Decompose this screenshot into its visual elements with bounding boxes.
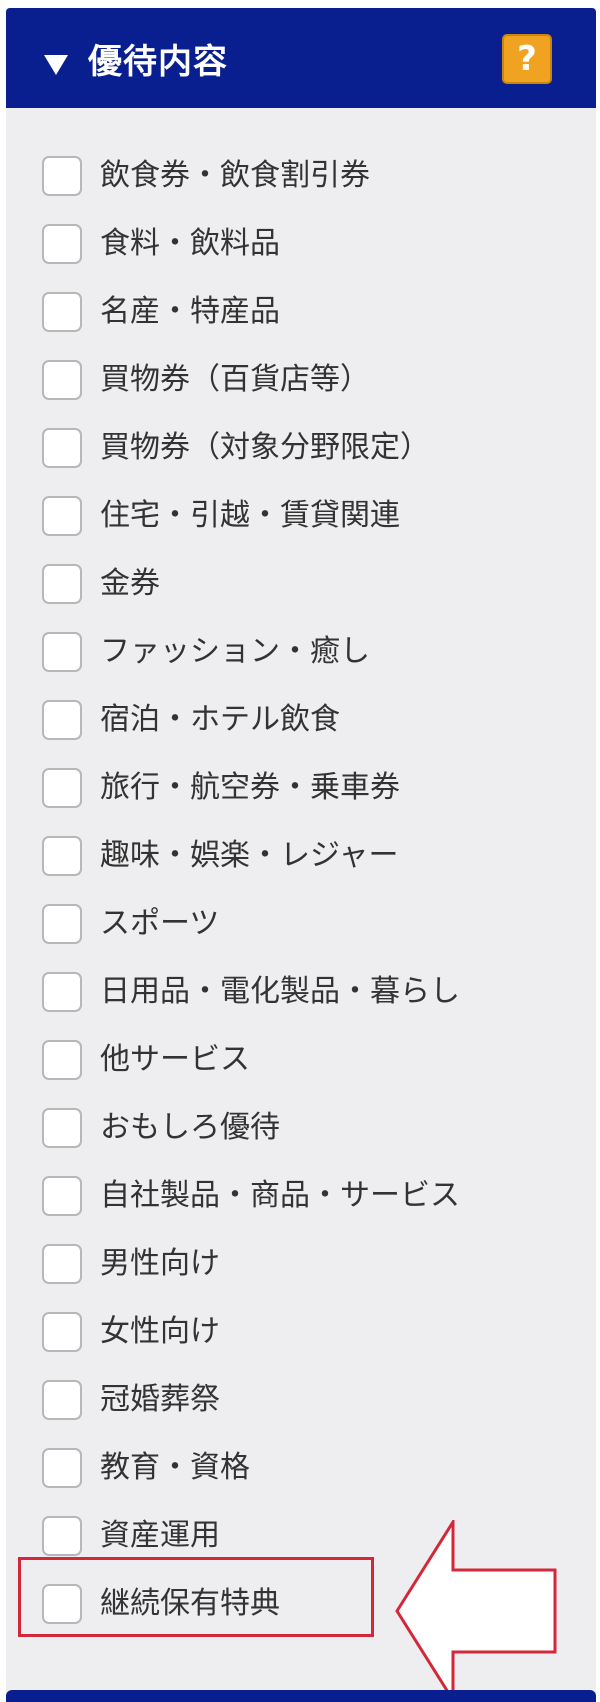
arrow-left-icon xyxy=(395,1520,557,1702)
checkbox-label: 女性向け xyxy=(100,1314,220,1349)
checkbox[interactable] xyxy=(42,632,82,672)
benefit-filter-panel: 優待内容 ? 飲食券・飲食割引券 食料・飲料品 名産・特産品 買物券（百貨店等）… xyxy=(6,8,596,1702)
checkbox[interactable] xyxy=(42,1040,82,1080)
checkbox[interactable] xyxy=(42,1176,82,1216)
checkbox-item-sports[interactable]: スポーツ xyxy=(42,896,582,952)
checkbox[interactable] xyxy=(42,496,82,536)
checkbox-item-ryoko[interactable]: 旅行・航空券・乗車券 xyxy=(42,760,582,816)
checkbox-item-meisan[interactable]: 名産・特産品 xyxy=(42,284,582,340)
checkbox[interactable] xyxy=(42,700,82,740)
panel-header[interactable]: 優待内容 ? xyxy=(6,8,596,108)
checkbox[interactable] xyxy=(42,904,82,944)
checkbox-item-josei[interactable]: 女性向け xyxy=(42,1304,582,1360)
checkbox-item-kinken[interactable]: 金券 xyxy=(42,556,582,612)
panel-title: 優待内容 xyxy=(88,42,228,82)
checkbox-label: 飲食券・飲食割引券 xyxy=(100,158,370,193)
checkbox[interactable] xyxy=(42,564,82,604)
checkbox-label: 名産・特産品 xyxy=(100,294,280,329)
checkbox-item-jutaku[interactable]: 住宅・引越・賃貸関連 xyxy=(42,488,582,544)
checkbox-label: 食料・飲料品 xyxy=(100,226,280,261)
checkbox-item-shokuryo[interactable]: 食料・飲料品 xyxy=(42,216,582,272)
checkbox[interactable] xyxy=(42,224,82,264)
checkbox-item-shumi[interactable]: 趣味・娯楽・レジャー xyxy=(42,828,582,884)
triangle-down-icon[interactable] xyxy=(44,55,68,75)
checkbox-item-kankonsosai[interactable]: 冠婚葬祭 xyxy=(42,1372,582,1428)
checkbox-label: 冠婚葬祭 xyxy=(100,1382,220,1417)
checkbox[interactable] xyxy=(42,428,82,468)
checkbox-label: おもしろ優待 xyxy=(100,1110,280,1145)
checkbox-label: 買物券（百貨店等） xyxy=(100,362,370,397)
checkbox-item-shukuhaku[interactable]: 宿泊・ホテル飲食 xyxy=(42,692,582,748)
help-button[interactable]: ? xyxy=(502,34,552,84)
checkbox-item-inshoku[interactable]: 飲食券・飲食割引券 xyxy=(42,148,582,204)
checkbox-label: 男性向け xyxy=(100,1246,220,1281)
highlight-box xyxy=(18,1557,374,1637)
checkbox-label: 自社製品・商品・サービス xyxy=(100,1178,460,1213)
checkbox-label: 他サービス xyxy=(100,1042,250,1077)
next-section-header[interactable] xyxy=(6,1690,596,1702)
checkbox-label: 資産運用 xyxy=(100,1518,220,1553)
checkbox-item-jisha[interactable]: 自社製品・商品・サービス xyxy=(42,1168,582,1224)
checkbox-item-nichiyohin[interactable]: 日用品・電化製品・暮らし xyxy=(42,964,582,1020)
checkbox-label: 買物券（対象分野限定） xyxy=(100,430,430,465)
checkbox[interactable] xyxy=(42,972,82,1012)
checkbox-item-omoshiro[interactable]: おもしろ優待 xyxy=(42,1100,582,1156)
checkbox-label: 日用品・電化製品・暮らし xyxy=(100,974,460,1009)
checkbox[interactable] xyxy=(42,1448,82,1488)
checkbox[interactable] xyxy=(42,1244,82,1284)
checkbox[interactable] xyxy=(42,1108,82,1148)
checkbox-label: 趣味・娯楽・レジャー xyxy=(100,838,399,873)
checkbox-item-kaimono-gentei[interactable]: 買物券（対象分野限定） xyxy=(42,420,582,476)
checkbox-label: 教育・資格 xyxy=(100,1450,250,1485)
checkbox-label: 住宅・引越・賃貸関連 xyxy=(100,498,400,533)
checkbox[interactable] xyxy=(42,1380,82,1420)
checkbox-item-dansei[interactable]: 男性向け xyxy=(42,1236,582,1292)
checkbox-label: ファッション・癒し xyxy=(100,634,370,669)
checkbox[interactable] xyxy=(42,360,82,400)
checkbox[interactable] xyxy=(42,156,82,196)
checkbox-item-other-service[interactable]: 他サービス xyxy=(42,1032,582,1088)
checkbox-label: 金券 xyxy=(100,566,160,601)
checkbox[interactable] xyxy=(42,292,82,332)
checkbox[interactable] xyxy=(42,836,82,876)
checkbox[interactable] xyxy=(42,768,82,808)
checkbox-label: 宿泊・ホテル飲食 xyxy=(100,702,340,737)
checkbox-item-kaimono-hyakkaten[interactable]: 買物券（百貨店等） xyxy=(42,352,582,408)
checkbox-item-kyoiku[interactable]: 教育・資格 xyxy=(42,1440,582,1496)
checkbox[interactable] xyxy=(42,1312,82,1352)
checkbox[interactable] xyxy=(42,1516,82,1556)
checkbox-label: 旅行・航空券・乗車券 xyxy=(100,770,400,805)
checkbox-item-fashion[interactable]: ファッション・癒し xyxy=(42,624,582,680)
checkbox-label: スポーツ xyxy=(100,906,220,941)
